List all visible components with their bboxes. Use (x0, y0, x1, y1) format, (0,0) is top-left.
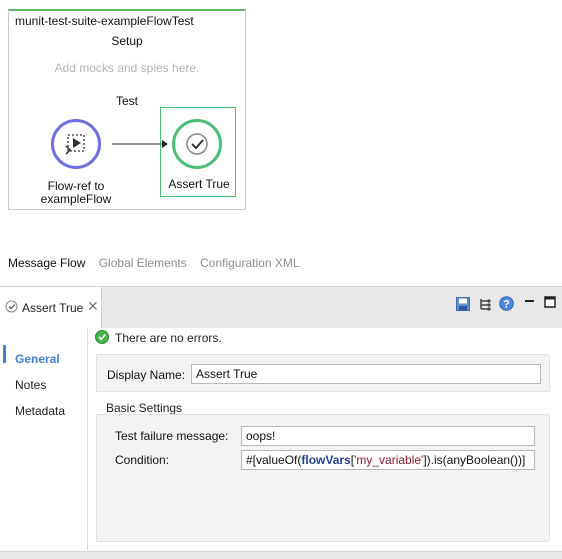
save-icon[interactable] (456, 297, 470, 311)
test-label: Test (115, 94, 138, 108)
condition-keyword: flowVars (301, 453, 351, 467)
nav-notes[interactable]: Notes (15, 378, 46, 392)
assert-true-label: Assert True (168, 177, 230, 191)
condition-field[interactable]: #[valueOf(flowVars['my_variable']).is(an… (241, 450, 535, 470)
flow-title: munit-test-suite-exampleFlowTest (15, 14, 194, 28)
editor-tabs: Message Flow Global Elements Configurati… (8, 256, 310, 270)
help-icon[interactable]: ? (499, 296, 514, 311)
condition-label: Condition: (115, 453, 170, 467)
flow-ref-icon (65, 134, 85, 155)
setup-hint: Add mocks and spies here. (54, 61, 200, 75)
display-name-field[interactable]: Assert True (191, 364, 541, 384)
nav-active-marker (3, 345, 6, 363)
tab-configuration-xml[interactable]: Configuration XML (200, 256, 299, 270)
flow-ref-label: Flow-ref to exampleFlow (31, 180, 121, 206)
tab-global-elements[interactable]: Global Elements (99, 256, 187, 270)
assert-check-icon (186, 133, 208, 155)
properties-tab[interactable]: Assert True ✕ (0, 286, 102, 328)
ok-icon (95, 330, 109, 344)
setup-label: Setup (111, 34, 143, 48)
tab-message-flow[interactable]: Message Flow (8, 256, 85, 270)
close-icon[interactable]: ✕ (87, 298, 99, 315)
properties-tab-title: Assert True (22, 301, 84, 315)
maximize-icon[interactable] (544, 295, 556, 309)
properties-nav: General Notes Metadata (0, 328, 88, 550)
condition-string: 'my_variable' (354, 453, 424, 467)
failure-message-field[interactable]: oops! (241, 426, 535, 446)
display-name-section: Display Name: Assert True (96, 354, 550, 392)
nav-metadata[interactable]: Metadata (15, 404, 65, 418)
svg-text:?: ? (503, 299, 510, 311)
tree-icon[interactable] (478, 297, 492, 311)
nav-general[interactable]: General (15, 352, 60, 366)
basic-settings-section: Test failure message: oops! Condition: #… (96, 414, 550, 542)
status-message: There are no errors. (115, 331, 222, 345)
properties-header: Assert True ✕ ? (0, 286, 562, 328)
basic-settings-title: Basic Settings (106, 401, 183, 415)
condition-suffix: ]).is(anyBoolean())] (423, 453, 526, 467)
display-name-label: Display Name: (107, 368, 186, 382)
flow-ref-label-line2: exampleFlow (40, 192, 112, 206)
assert-tab-icon (5, 300, 18, 313)
failure-message-label: Test failure message: (115, 429, 229, 443)
assert-true-node[interactable]: Assert True (160, 107, 236, 197)
assert-true-circle (172, 119, 222, 169)
minimize-icon[interactable] (524, 296, 536, 308)
condition-prefix: #[valueOf( (246, 453, 302, 467)
munit-test-flow[interactable]: munit-test-suite-exampleFlowTest Setup A… (8, 9, 246, 210)
flow-ref-node[interactable] (51, 119, 101, 169)
